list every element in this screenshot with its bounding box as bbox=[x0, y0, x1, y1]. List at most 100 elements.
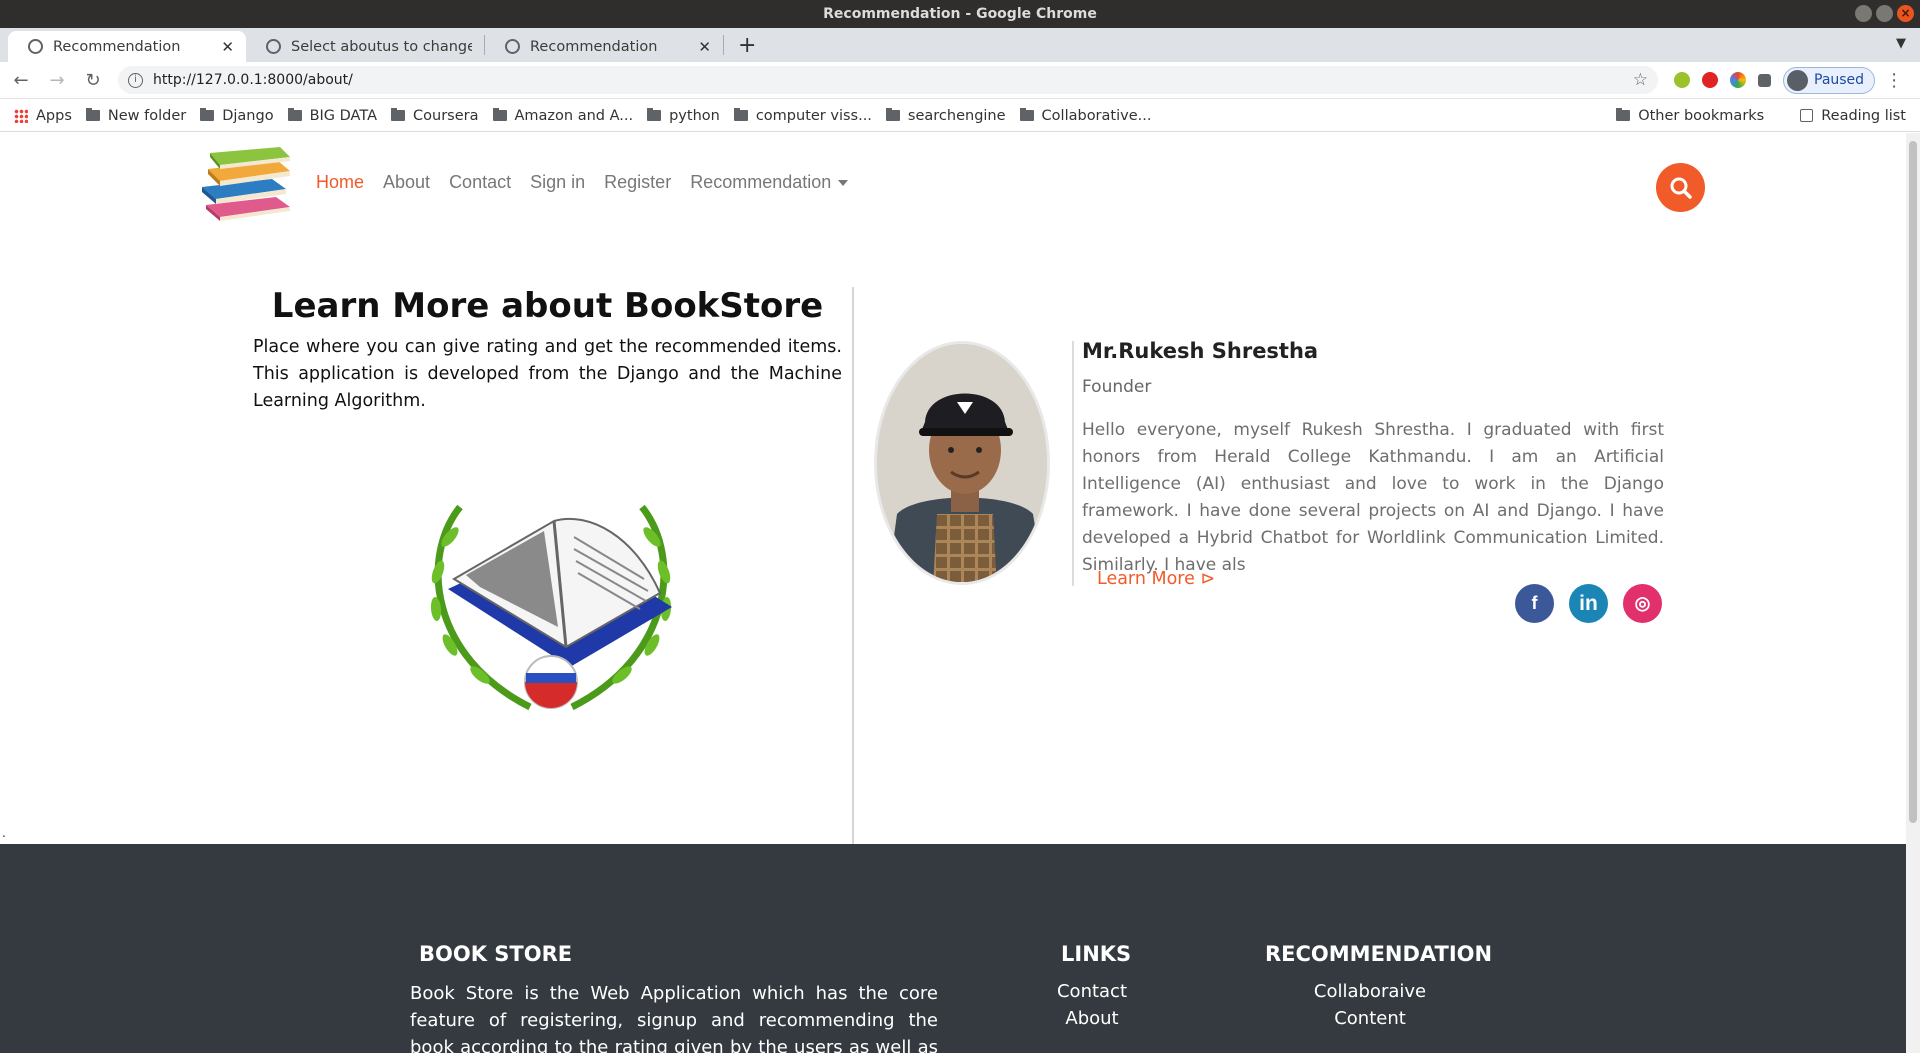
bookmarks-right: Other bookmarks Reading list bbox=[1602, 108, 1906, 124]
info-icon[interactable]: i bbox=[128, 72, 143, 88]
scrollbar-thumb[interactable] bbox=[1909, 141, 1917, 823]
folder-icon bbox=[885, 108, 900, 121]
bookmark-label: Django bbox=[222, 107, 274, 124]
learn-more-link[interactable]: Learn More ⊳ bbox=[1097, 569, 1215, 589]
about-title: Learn More about BookStore bbox=[271, 286, 824, 326]
instagram-icon[interactable]: ◎ bbox=[1623, 584, 1662, 623]
profile-button[interactable]: Paused bbox=[1783, 66, 1876, 94]
globe-icon bbox=[28, 39, 43, 54]
footer-recommendation-list: Collaboraive Content bbox=[1270, 978, 1470, 1032]
bookmark-apps[interactable]: Apps bbox=[14, 108, 72, 124]
window-controls: × bbox=[1855, 5, 1914, 22]
extension-icon[interactable] bbox=[1730, 72, 1746, 88]
bookmark-folder[interactable]: searchengine bbox=[885, 108, 1006, 124]
social-links: f in ◎ bbox=[1515, 584, 1662, 623]
bookmark-folder[interactable]: New folder bbox=[85, 107, 187, 124]
close-window-button[interactable]: × bbox=[1897, 5, 1914, 22]
nav-about[interactable]: About bbox=[383, 172, 430, 193]
folder-icon bbox=[733, 108, 748, 121]
nav-register[interactable]: Register bbox=[604, 172, 671, 193]
founder-bio: Hello everyone, myself Rukesh Shrestha. … bbox=[1082, 420, 1664, 575]
bookmark-folder[interactable]: computer viss... bbox=[733, 108, 872, 124]
folder-icon bbox=[492, 108, 507, 121]
footer-link-about[interactable]: About bbox=[1054, 1005, 1130, 1032]
page-viewport: Home About Contact Sign in Register Reco… bbox=[0, 133, 1906, 1053]
tab-strip: Recommendation ✕ Select aboutus to chang… bbox=[0, 28, 1920, 62]
tab-close-icon[interactable]: ✕ bbox=[698, 38, 711, 56]
nav-links: Home About Contact Sign in Register Reco… bbox=[316, 172, 849, 193]
founder-name: Mr.Rukesh Shrestha bbox=[1082, 339, 1319, 363]
folder-icon bbox=[200, 108, 215, 121]
footer-link-contact[interactable]: Contact bbox=[1054, 978, 1130, 1005]
reading-list-icon bbox=[1800, 109, 1814, 122]
back-icon[interactable]: ← bbox=[6, 70, 36, 91]
founder-divider bbox=[1072, 341, 1074, 586]
bookmark-label: Collaborative... bbox=[1041, 107, 1152, 124]
reload-icon[interactable]: ↻ bbox=[78, 70, 108, 91]
bookmark-folder[interactable]: Coursera bbox=[391, 107, 479, 124]
footer-bookstore-title: BOOK STORE bbox=[419, 942, 573, 966]
bookmark-folder[interactable]: Collaborative... bbox=[1019, 107, 1152, 124]
extension-icon[interactable] bbox=[1674, 72, 1690, 88]
tab-title: Select aboutus to change bbox=[291, 38, 472, 55]
window-titlebar: Recommendation - Google Chrome × bbox=[0, 0, 1920, 28]
bookmarks-bar: Apps New folder Django BIG DATA Coursera… bbox=[0, 100, 1920, 132]
footer-link-collaborative[interactable]: Collaboraive bbox=[1270, 978, 1470, 1005]
apps-grid-icon bbox=[14, 108, 28, 123]
bookmark-star-icon[interactable]: ☆ bbox=[1633, 70, 1648, 90]
bookmark-folder[interactable]: Amazon and A... bbox=[492, 108, 633, 124]
linkedin-icon[interactable]: in bbox=[1569, 584, 1608, 623]
reading-list[interactable]: Reading list bbox=[1800, 108, 1906, 124]
folder-icon bbox=[85, 108, 100, 121]
bookmark-label: python bbox=[669, 107, 720, 124]
bookmark-label: Reading list bbox=[1821, 107, 1906, 124]
footer-link-content[interactable]: Content bbox=[1270, 1005, 1470, 1032]
bookmark-folder[interactable]: python bbox=[647, 108, 720, 124]
footer-links-title: LINKS bbox=[1061, 942, 1132, 966]
tab-select-aboutus[interactable]: Select aboutus to change bbox=[246, 31, 484, 62]
book-emblem-image bbox=[430, 504, 672, 711]
globe-icon bbox=[266, 39, 281, 54]
about-description: Place where you can give rating and get … bbox=[253, 337, 842, 411]
page-scrollbar[interactable] bbox=[1906, 133, 1920, 1053]
founder-photo bbox=[874, 341, 1050, 585]
search-button[interactable] bbox=[1656, 163, 1705, 212]
tab-recommendation[interactable]: Recommendation ✕ bbox=[485, 31, 723, 62]
minimize-button[interactable] bbox=[1855, 5, 1872, 22]
nav-home[interactable]: Home bbox=[316, 172, 364, 193]
folder-icon bbox=[287, 108, 302, 121]
maximize-button[interactable] bbox=[1876, 5, 1893, 22]
bookmark-label: Apps bbox=[36, 107, 72, 124]
facebook-icon[interactable]: f bbox=[1515, 584, 1554, 623]
search-icon bbox=[1670, 177, 1692, 199]
folder-icon bbox=[1616, 108, 1631, 121]
address-bar[interactable]: i http://127.0.0.1:8000/about/ ☆ bbox=[118, 66, 1658, 94]
tab-close-icon[interactable]: ✕ bbox=[221, 38, 234, 56]
bookmark-label: New folder bbox=[107, 107, 187, 124]
window-title: Recommendation - Google Chrome bbox=[823, 6, 1097, 22]
bookmark-label: Coursera bbox=[413, 107, 479, 124]
tab-recommendation-active[interactable]: Recommendation ✕ bbox=[8, 31, 246, 62]
forward-icon[interactable]: → bbox=[42, 70, 72, 91]
url-text[interactable]: http://127.0.0.1:8000/about/ bbox=[153, 72, 1633, 88]
nav-recommendation-dropdown[interactable]: Recommendation bbox=[690, 172, 849, 193]
books-logo-icon[interactable] bbox=[198, 147, 292, 223]
nav-contact[interactable]: Contact bbox=[449, 172, 511, 193]
extensions-area: Paused bbox=[1674, 66, 1876, 94]
nav-recommendation-label: Recommendation bbox=[690, 172, 832, 192]
tab-title: Recommendation bbox=[53, 38, 181, 55]
puzzle-icon[interactable] bbox=[1758, 73, 1771, 87]
tab-search-icon[interactable]: ▼ bbox=[1896, 36, 1906, 51]
folder-icon bbox=[1019, 108, 1034, 121]
browser-toolbar: ← → ↻ i http://127.0.0.1:8000/about/ ☆ P… bbox=[0, 62, 1920, 99]
nav-sign-in[interactable]: Sign in bbox=[530, 172, 585, 193]
caret-down-icon bbox=[838, 180, 849, 187]
other-bookmarks[interactable]: Other bookmarks bbox=[1616, 108, 1764, 124]
bookmark-folder[interactable]: Django bbox=[200, 107, 274, 124]
extension-icon[interactable] bbox=[1702, 72, 1718, 88]
bookmark-folder[interactable]: BIG DATA bbox=[287, 108, 377, 124]
new-tab-button[interactable]: + bbox=[724, 31, 770, 62]
chrome-menu-icon[interactable]: ⋮ bbox=[1885, 70, 1903, 91]
founder-role: Founder bbox=[1082, 377, 1152, 397]
founder-photo-image bbox=[877, 344, 1047, 582]
